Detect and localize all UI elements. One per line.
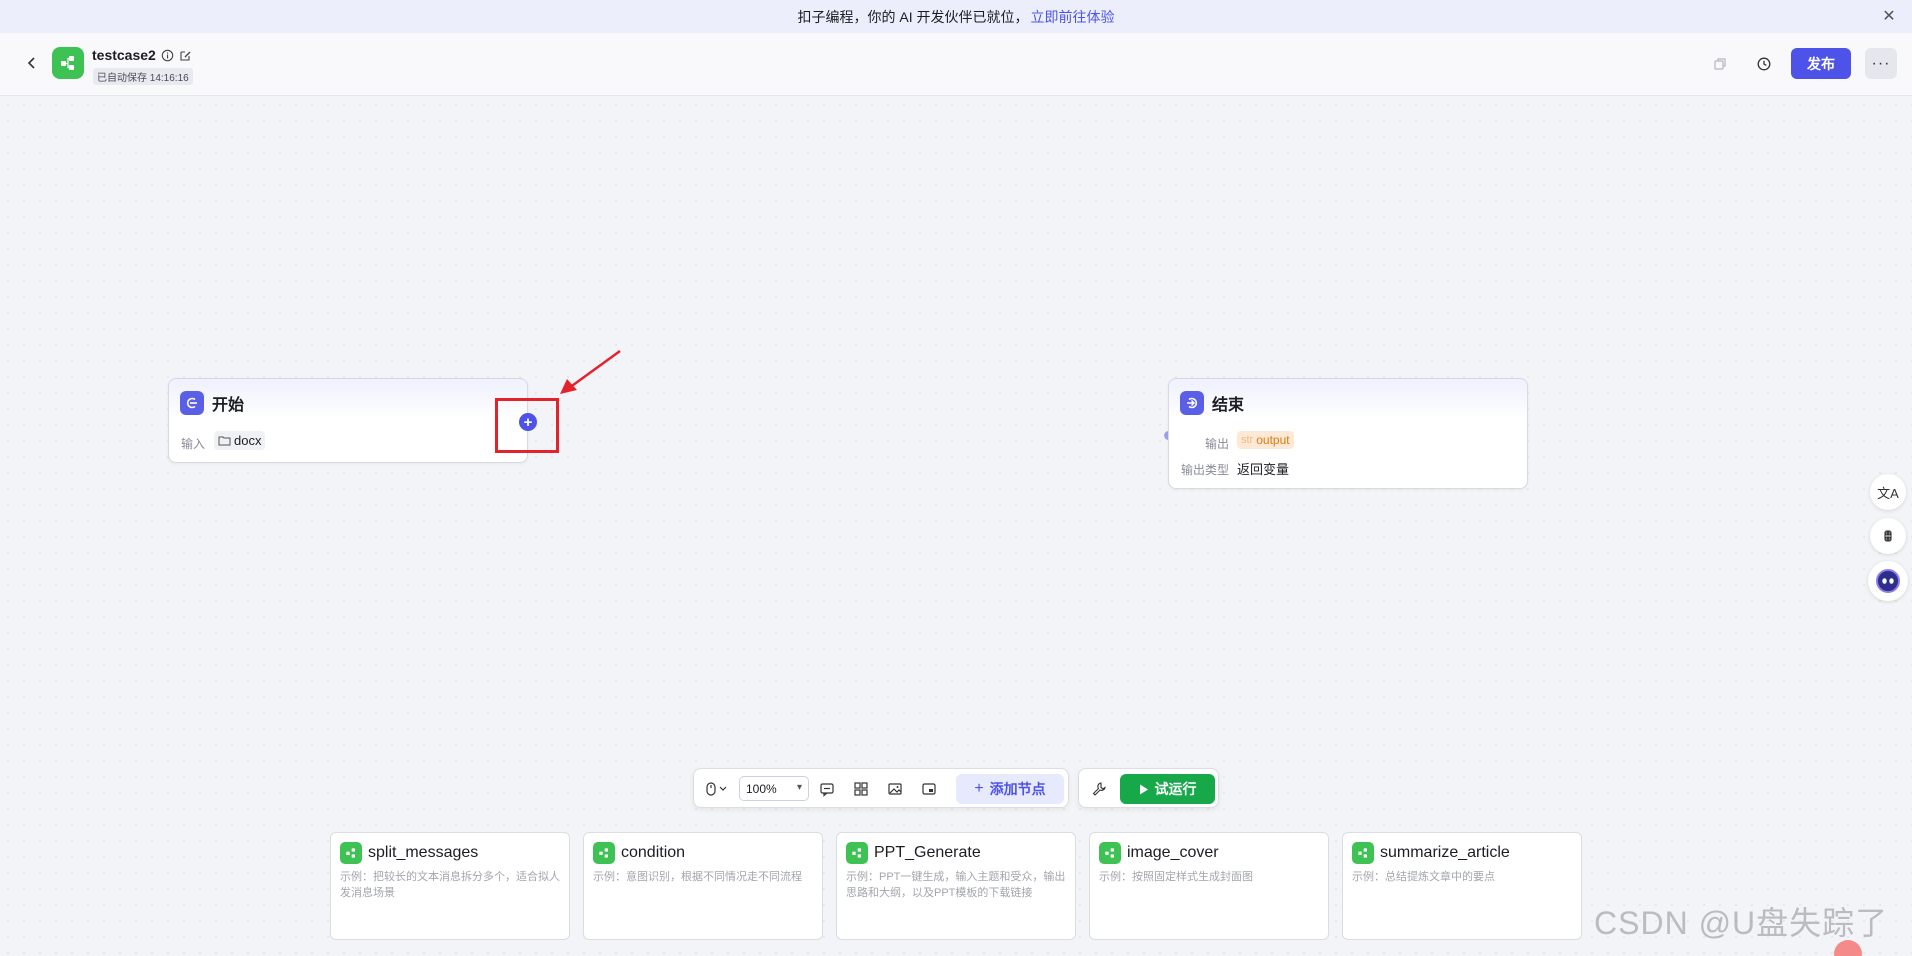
- command-icon: [1884, 530, 1892, 542]
- add-next-node-plus-icon[interactable]: +: [519, 413, 537, 431]
- workflow-icon: [846, 842, 868, 864]
- template-card[interactable]: image_cover 示例：按照固定样式生成封面图: [1089, 832, 1329, 940]
- template-desc: 示例：把较长的文本消息拆分多个，适合拟人发消息场景: [340, 871, 560, 899]
- start-input-chip: docx: [214, 431, 266, 450]
- comment-icon: [820, 783, 834, 797]
- test-run-label: 试运行: [1154, 781, 1197, 797]
- info-icon[interactable]: [161, 49, 174, 62]
- history-icon[interactable]: [1750, 50, 1778, 78]
- template-desc: 示例：总结提炼文章中的要点: [1352, 871, 1495, 883]
- wrench-icon: [1092, 782, 1106, 796]
- end-output-value: output: [1256, 433, 1290, 447]
- edit-icon[interactable]: [179, 49, 192, 62]
- close-icon[interactable]: ✕: [1880, 7, 1898, 25]
- fit-view-icon: [922, 783, 936, 795]
- zoom-value: 100%: [746, 781, 777, 796]
- start-node[interactable]: 开始 输入 docx: [168, 378, 528, 463]
- assistant-button[interactable]: [1868, 561, 1908, 601]
- template-card-header: split_messages: [340, 842, 478, 864]
- more-button[interactable]: ···: [1865, 48, 1897, 79]
- minimap-button[interactable]: [883, 777, 907, 801]
- translate-icon: 文A: [1877, 485, 1899, 501]
- template-card[interactable]: split_messages 示例：把较长的文本消息拆分多个，适合拟人发消息场景: [330, 832, 570, 940]
- template-title: summarize_article: [1380, 844, 1510, 861]
- template-card[interactable]: PPT_Generate 示例：PPT一键生成，输入主题和受众，输出思路和大纲，…: [836, 832, 1076, 940]
- copy-icon[interactable]: [1706, 50, 1734, 78]
- template-card[interactable]: summarize_article 示例：总结提炼文章中的要点: [1342, 832, 1582, 940]
- top-banner: 扣子编程，你的 AI 开发伙伴已就位， 立即前往体验 ✕: [0, 0, 1912, 33]
- template-desc: 示例：按照固定样式生成封面图: [1099, 871, 1253, 883]
- workflow-icon: [1099, 842, 1121, 864]
- autosave-badge: 已自动保存 14:16:16: [93, 68, 193, 85]
- template-desc: 示例：意图识别，根据不同情况走不同流程: [593, 871, 802, 883]
- end-node-icon: [1180, 391, 1204, 415]
- run-panel: 试运行: [1078, 768, 1219, 808]
- template-desc: 示例：PPT一键生成，输入主题和受众，输出思路和大纲，以及PPT模板的下载链接: [846, 871, 1066, 899]
- end-output-type-value: 返回变量: [1237, 462, 1290, 477]
- folder-icon: [218, 436, 231, 446]
- workflow-icon: [593, 842, 615, 864]
- template-card-header: PPT_Generate: [846, 842, 981, 864]
- annotation-arrow-icon: [560, 349, 621, 394]
- start-input-label: 输入: [181, 437, 206, 451]
- workflow-header: testcase2 已自动保存 14:16:16 发布 ···: [0, 33, 1912, 96]
- watermark: CSDN @U盘失踪了: [1594, 905, 1889, 941]
- zoom-select[interactable]: 100% ▾: [739, 776, 809, 801]
- publish-button[interactable]: 发布: [1791, 48, 1851, 79]
- template-card[interactable]: condition 示例：意图识别，根据不同情况走不同流程: [583, 832, 823, 940]
- plus-icon: +: [974, 780, 984, 797]
- title-row: testcase2: [92, 47, 192, 63]
- template-card-header: summarize_article: [1352, 842, 1510, 864]
- workflow-app-icon: [52, 47, 84, 79]
- shortcuts-button[interactable]: [1870, 518, 1906, 554]
- grid-icon: [854, 782, 868, 796]
- comment-button[interactable]: [815, 777, 839, 801]
- template-card-header: condition: [593, 842, 685, 864]
- end-output-chip: str output: [1237, 431, 1294, 449]
- back-icon[interactable]: [22, 53, 42, 73]
- template-card-header: image_cover: [1099, 842, 1219, 864]
- test-run-button[interactable]: 试运行: [1120, 774, 1215, 804]
- end-node-header: 结束: [1180, 391, 1244, 415]
- banner-link[interactable]: 立即前往体验: [1031, 7, 1115, 27]
- image-icon: [888, 783, 902, 795]
- start-node-title: 开始: [212, 397, 245, 414]
- workflow-icon: [1352, 842, 1374, 864]
- banner-text: 扣子编程，你的 AI 开发伙伴已就位，: [797, 8, 1029, 25]
- assistant-bot-icon: [1876, 569, 1900, 593]
- debug-tools-button[interactable]: [1087, 777, 1111, 801]
- workflow-icon: [340, 842, 362, 864]
- add-node-button[interactable]: + 添加节点: [956, 774, 1064, 804]
- template-title: condition: [621, 844, 686, 861]
- mouse-mode-button[interactable]: [702, 777, 734, 801]
- template-title: split_messages: [368, 844, 479, 861]
- template-title: PPT_Generate: [874, 844, 981, 861]
- end-node-title: 结束: [1212, 397, 1245, 414]
- add-node-label: 添加节点: [989, 781, 1046, 797]
- workflow-canvas[interactable]: [0, 97, 1912, 956]
- fit-view-button[interactable]: [917, 777, 941, 801]
- translate-button[interactable]: 文A: [1870, 474, 1906, 510]
- end-output-type-label: 输出类型: [1181, 463, 1230, 477]
- mouse-icon: [706, 782, 727, 796]
- chevron-down-icon: ▾: [796, 782, 802, 793]
- end-node[interactable]: 结束 输出 str output 输出类型 返回变量: [1168, 378, 1528, 489]
- start-input-value: docx: [234, 433, 262, 448]
- workflow-title: testcase2: [92, 47, 156, 63]
- start-node-header: 开始: [180, 391, 244, 415]
- play-icon: [1139, 784, 1148, 794]
- start-node-icon: [180, 391, 204, 415]
- layout-button[interactable]: [849, 777, 873, 801]
- output-type-prefix: str: [1241, 434, 1254, 446]
- canvas-toolbar: 100% ▾ + 添加节点: [693, 768, 1069, 808]
- template-title: image_cover: [1127, 844, 1219, 861]
- end-output-label: 输出: [1205, 437, 1230, 451]
